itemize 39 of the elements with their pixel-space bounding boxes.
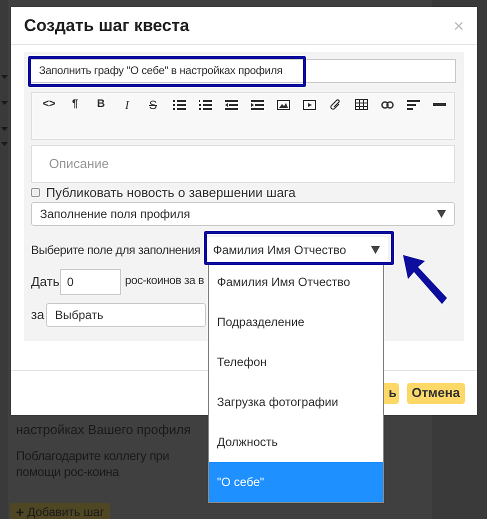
dropdown-arrow-icon xyxy=(371,246,380,254)
field-label: Выберите поле для заполнения xyxy=(31,242,202,259)
for-label: за xyxy=(31,306,46,324)
bold-button[interactable]: B xyxy=(88,93,114,116)
type-select[interactable]: Заполнение поля профиля xyxy=(31,202,455,226)
checkbox[interactable] xyxy=(31,188,40,197)
caret-icon xyxy=(1,101,8,105)
indent-icon xyxy=(250,100,264,110)
dropdown-arrow-icon xyxy=(437,210,446,218)
dropdown-option[interactable]: Загрузка фотографии xyxy=(209,382,383,422)
italic-button[interactable]: I xyxy=(114,93,140,116)
paperclip-icon xyxy=(330,98,340,110)
link-icon xyxy=(380,100,394,108)
for-select[interactable]: Выбрать xyxy=(46,303,206,327)
format-button[interactable]: <> xyxy=(36,93,62,116)
dropdown-option[interactable]: Телефон xyxy=(209,342,383,382)
dropdown-option[interactable]: Подразделение xyxy=(209,302,383,342)
table-icon xyxy=(354,99,368,110)
bullet-list-icon xyxy=(172,100,186,110)
coins-field[interactable]: 0 xyxy=(60,269,121,295)
title-field[interactable]: Заполнить графу "О себе" в настройках профиля xyxy=(30,59,456,83)
dialog-title: Создать шаг квеста xyxy=(24,14,190,37)
image-icon xyxy=(276,100,290,110)
dropdown-option[interactable]: Должность xyxy=(209,422,383,462)
numbered-list-icon xyxy=(198,100,212,110)
field-select[interactable]: Фамилия Имя Отчество xyxy=(205,236,388,264)
format-button[interactable]: ¶ xyxy=(62,93,88,116)
video-icon xyxy=(302,100,316,110)
reward-text: рос-коинов за в xyxy=(125,274,204,290)
caret-icon xyxy=(1,142,8,146)
strikethrough-button[interactable]: S xyxy=(140,93,166,116)
align-left-icon xyxy=(406,100,420,110)
caret-icon xyxy=(1,75,8,79)
cancel-button[interactable]: Отмена xyxy=(406,382,465,404)
checkbox-label: Публиковать новость о завершении шага xyxy=(46,184,296,202)
caret-icon xyxy=(1,127,8,131)
outdent-icon xyxy=(224,100,238,110)
dropdown-option[interactable]: Фамилия Имя Отчество xyxy=(209,262,383,302)
reward-label: Дать xyxy=(31,273,60,292)
